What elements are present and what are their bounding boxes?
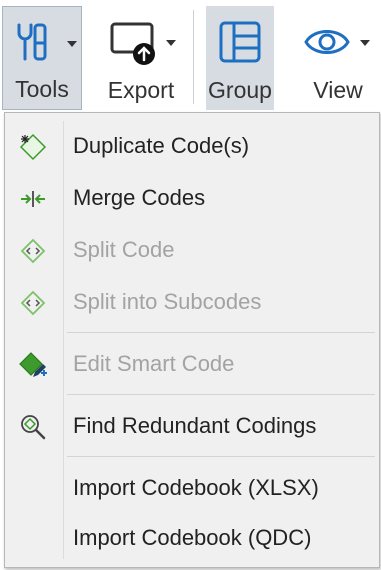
find-redundant-icon [21,415,46,440]
eye-icon [304,30,350,54]
menu-item-split-into-subcodes[interactable]: Split into Subcodes [5,277,379,327]
tools-icon [17,23,47,61]
menu-item-label: Split Code [73,237,175,262]
tools-dropdown-icon [67,41,77,47]
group-icon [219,21,261,63]
split-subcodes-icon [20,290,46,316]
export-dropdown-icon [166,40,176,46]
export-label: Export [107,77,175,103]
menu-item-split-code[interactable]: Split Code [5,225,379,275]
menu-item-label: Import Codebook (QDC) [73,525,312,550]
menu-separator [67,456,375,457]
menu-item-label: Merge Codes [73,185,206,210]
duplicate-code-icon [19,133,47,161]
tools-dropdown-menu: Duplicate Code(s) Merge Codes Split Code… [4,112,380,568]
view-button[interactable]: View [298,6,378,110]
export-button[interactable]: Export [98,6,184,110]
menu-item-label: Find Redundant Codings [73,413,317,438]
tools-label: Tools [15,76,69,102]
tools-button[interactable]: Tools [2,6,82,110]
menu-item-label: Split into Subcodes [73,289,262,314]
menu-item-label: Duplicate Code(s) [73,133,250,158]
menu-item-merge-codes[interactable]: Merge Codes [5,173,379,223]
menu-item-import-codebook-qdc[interactable]: Import Codebook (QDC) [5,513,379,563]
menu-item-find-redundant-codings[interactable]: Find Redundant Codings [5,401,379,451]
menu-separator [67,332,375,333]
menu-item-label: Edit Smart Code [73,351,235,376]
view-label: View [313,77,363,103]
ribbon-separator [193,10,194,104]
ribbon-toolbar: Tools Export Group View [0,0,381,112]
menu-item-label: Import Codebook (XLSX) [73,475,319,500]
merge-codes-icon [21,191,45,207]
menu-separator [67,394,375,395]
menu-item-duplicate-codes[interactable]: Duplicate Code(s) [5,121,379,171]
menu-item-import-codebook-xlsx[interactable]: Import Codebook (XLSX) [5,463,379,513]
menu-item-edit-smart-code[interactable]: Edit Smart Code [5,339,379,389]
view-dropdown-icon [360,40,370,46]
group-button[interactable]: Group [206,6,274,110]
group-label: Group [208,77,272,103]
split-code-icon [20,238,46,264]
edit-smart-code-icon [19,352,47,377]
export-icon [110,22,155,65]
